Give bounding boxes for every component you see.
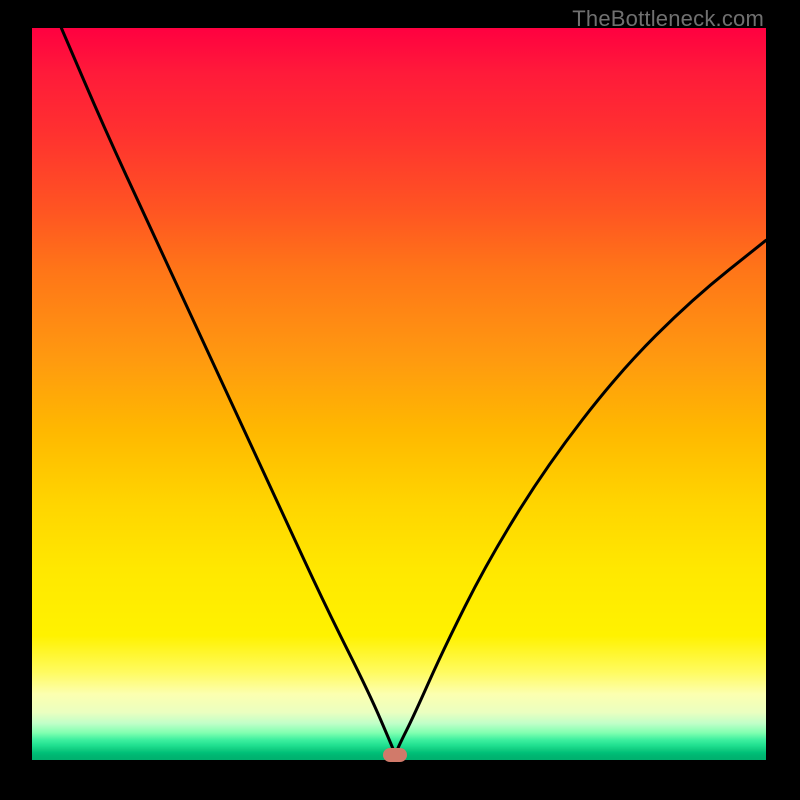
plot-area: [32, 28, 766, 760]
minimum-marker: [383, 748, 407, 762]
bottleneck-curve: [32, 28, 766, 760]
chart-frame: TheBottleneck.com: [0, 0, 800, 800]
